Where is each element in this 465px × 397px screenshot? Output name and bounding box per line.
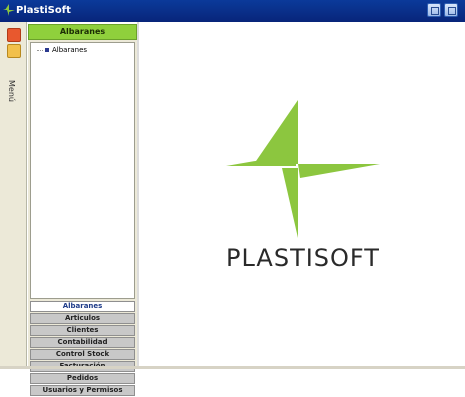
nav-button-list: Albaranes Articulos Clientes Contabilida… <box>30 301 135 397</box>
menu-tab-label[interactable]: Menú <box>7 80 16 102</box>
minimize-button[interactable] <box>427 3 441 17</box>
window-title: PlastiSoft <box>16 5 71 16</box>
logo-mark-icon <box>226 100 380 238</box>
tree-node-icon <box>45 48 49 52</box>
nav-button-pedidos[interactable]: Pedidos <box>30 373 135 384</box>
minimize-icon <box>431 7 439 15</box>
panel-splitter[interactable] <box>137 22 139 367</box>
close-module-icon[interactable] <box>7 28 21 42</box>
nav-button-contabilidad[interactable]: Contabilidad <box>30 337 135 348</box>
tree-item-label: Albaranes <box>52 46 88 54</box>
nav-button-control-stock[interactable]: Control Stock <box>30 349 135 360</box>
restore-icon <box>448 7 456 15</box>
tree-view[interactable]: Albaranes <box>30 42 135 299</box>
tree-connector <box>37 49 43 51</box>
nav-button-clientes[interactable]: Clientes <box>30 325 135 336</box>
nav-button-albaranes[interactable]: Albaranes <box>30 301 135 312</box>
panel-header: Albaranes <box>28 24 137 40</box>
title-bar: PlastiSoft <box>0 0 465 22</box>
nav-button-usuarios-permisos[interactable]: Usuarios y Permisos <box>30 385 135 396</box>
left-toolbar: Menú <box>0 22 27 367</box>
nav-button-articulos[interactable]: Articulos <box>30 313 135 324</box>
plastisoft-logo: PLASTISOFT <box>218 94 388 272</box>
app-logo-icon <box>3 4 15 16</box>
folder-icon[interactable] <box>7 44 21 58</box>
navigation-panel: Albaranes Albaranes Albaranes Articulos … <box>28 24 137 396</box>
logo-text: PLASTISOFT <box>226 244 380 272</box>
restore-button[interactable] <box>444 3 458 17</box>
tree-item-albaranes[interactable]: Albaranes <box>37 46 87 54</box>
